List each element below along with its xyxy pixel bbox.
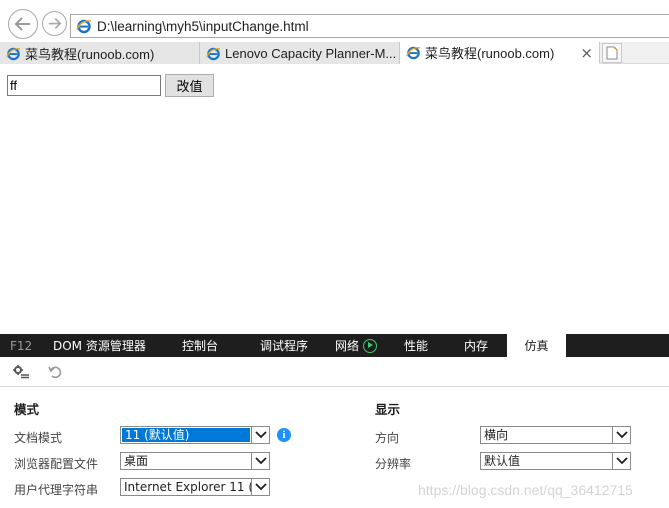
chevron-down-icon <box>251 453 269 469</box>
devtools-f12-label: F12 <box>10 338 33 353</box>
browser-tab[interactable]: 菜鸟教程(runoob.com) <box>0 42 200 64</box>
address-bar[interactable]: D:\learning\myh5\inputChange.html <box>70 14 669 38</box>
tab-memory[interactable]: 内存 <box>464 334 488 357</box>
doc-mode-select[interactable]: 11 (默认值) <box>120 426 270 444</box>
tab-performance[interactable]: 性能 <box>404 334 428 357</box>
settings-profile-icon[interactable] <box>12 364 30 380</box>
tab-label: Lenovo Capacity Planner-M... <box>225 45 397 61</box>
browser-profile-select[interactable]: 桌面 <box>120 452 270 470</box>
doc-mode-value: 11 (默认值) <box>122 428 250 442</box>
resolution-value: 默认值 <box>484 454 521 468</box>
tab-network[interactable]: 网络 <box>335 334 378 357</box>
reset-icon[interactable] <box>46 364 64 380</box>
devtools-tab-bar: F12 DOM 资源管理器 控制台 调试程序 网络 性能 内存 仿真 <box>0 334 669 357</box>
tab-emulation[interactable]: 仿真 <box>507 334 566 357</box>
value-input[interactable] <box>7 75 161 96</box>
tab-dom-explorer[interactable]: DOM 资源管理器 <box>53 334 146 357</box>
forward-button[interactable] <box>42 11 67 36</box>
page-content: 改值 <box>0 65 669 333</box>
ie-icon <box>6 47 21 60</box>
browser-profile-value: 桌面 <box>124 454 149 468</box>
orientation-label: 方向 <box>375 431 400 445</box>
change-value-button[interactable]: 改值 <box>165 74 214 97</box>
display-section-title: 显示 <box>375 402 401 417</box>
play-icon <box>363 338 378 353</box>
tab-strip: 菜鸟教程(runoob.com) Lenovo Capacity Planner… <box>0 42 669 64</box>
tab-console[interactable]: 控制台 <box>182 334 218 357</box>
tab-debugger[interactable]: 调试程序 <box>260 334 308 357</box>
chevron-down-icon <box>612 427 630 443</box>
tab-label: 菜鸟教程(runoob.com) <box>425 46 555 61</box>
back-button[interactable] <box>8 9 38 39</box>
arrow-left-icon <box>14 17 30 31</box>
orientation-select[interactable]: 横向 <box>480 426 631 444</box>
devtools-toolbar <box>0 357 669 387</box>
ie-icon <box>206 47 221 60</box>
user-agent-label: 用户代理字符串 <box>14 483 99 497</box>
chevron-down-icon <box>251 479 269 495</box>
user-agent-select[interactable]: Internet Explorer 11 (默认 <box>120 478 270 496</box>
close-tab-icon[interactable]: × <box>580 44 593 62</box>
mode-section-title: 模式 <box>14 402 40 417</box>
ie-icon <box>76 19 92 34</box>
user-agent-value: Internet Explorer 11 (默认 <box>124 480 251 494</box>
browser-nav-bar: D:\learning\myh5\inputChange.html <box>0 0 669 40</box>
new-tab-button[interactable] <box>602 43 622 63</box>
tab-network-label: 网络 <box>335 339 360 353</box>
orientation-value: 横向 <box>484 428 509 442</box>
resolution-select[interactable]: 默认值 <box>480 452 631 470</box>
resolution-label: 分辨率 <box>375 457 412 471</box>
chevron-down-icon <box>612 453 630 469</box>
tab-label: 菜鸟教程(runoob.com) <box>25 46 155 62</box>
ie-icon <box>406 46 421 60</box>
emulation-panel: 模式 显示 文档模式 11 (默认值) i 浏览器配置文件 桌面 用户代理字符串… <box>0 388 669 508</box>
browser-profile-label: 浏览器配置文件 <box>14 457 99 471</box>
chevron-down-icon <box>251 427 269 443</box>
browser-tab[interactable]: Lenovo Capacity Planner-M... <box>200 42 400 64</box>
new-tab-icon <box>606 46 618 60</box>
address-text: D:\learning\myh5\inputChange.html <box>97 18 309 34</box>
arrow-right-icon <box>48 18 62 29</box>
info-icon[interactable]: i <box>277 428 291 442</box>
doc-mode-label: 文档模式 <box>14 431 63 445</box>
watermark: https://blog.csdn.net/qq_36412715 <box>418 482 633 498</box>
browser-tab-active[interactable]: 菜鸟教程(runoob.com) × <box>400 42 600 64</box>
